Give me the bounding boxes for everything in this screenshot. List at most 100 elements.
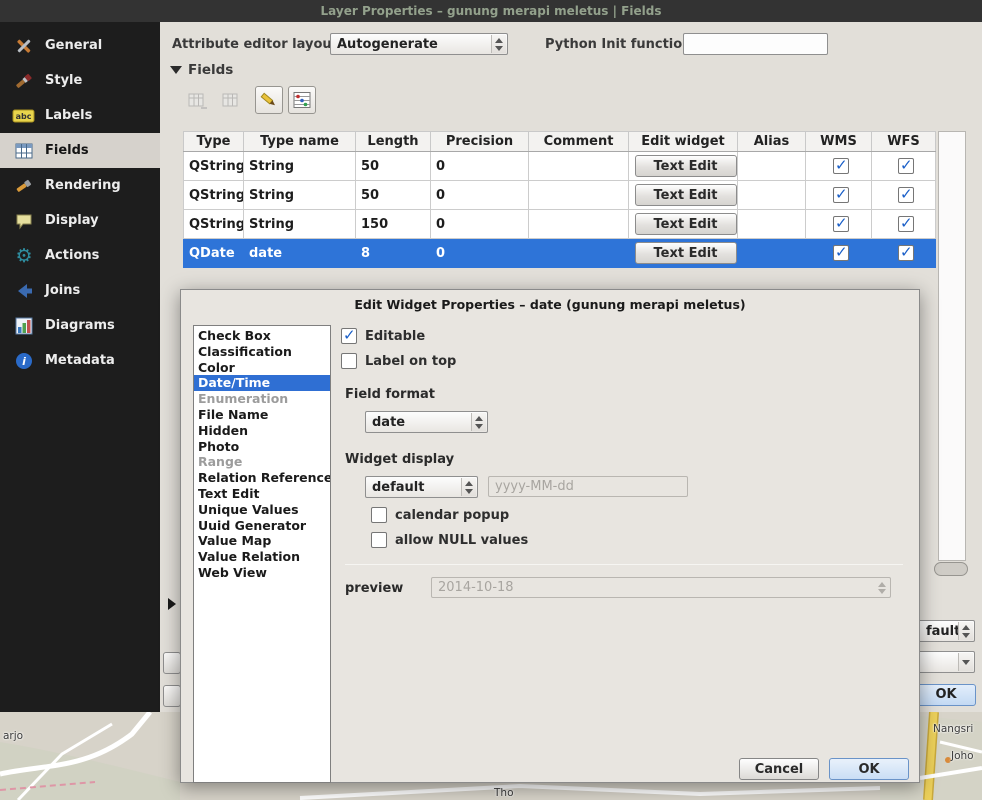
new-column-button[interactable] bbox=[183, 86, 211, 114]
sidebar-item-label: Metadata bbox=[45, 353, 115, 368]
cell-precision: 0 bbox=[431, 152, 529, 181]
col-header[interactable]: Alias bbox=[738, 132, 806, 152]
sidebar-item-fields[interactable]: Fields bbox=[0, 133, 160, 168]
widget-type-option-selected[interactable]: Date/Time bbox=[194, 375, 330, 391]
col-header[interactable]: WMS bbox=[806, 132, 872, 152]
sidebar-item-label: Style bbox=[45, 73, 82, 88]
sidebar-item-labels[interactable]: abc Labels bbox=[0, 98, 160, 133]
widget-type-option[interactable]: Uuid Generator bbox=[194, 518, 330, 534]
widget-type-option[interactable]: Value Relation bbox=[194, 549, 330, 565]
sidebar-item-label: General bbox=[45, 38, 102, 53]
map-place-label: Tho bbox=[494, 787, 514, 799]
wfs-checkbox[interactable] bbox=[898, 216, 914, 232]
wms-checkbox[interactable] bbox=[833, 187, 849, 203]
widget-display-select[interactable]: default bbox=[365, 476, 478, 498]
spinner-arrows-icon bbox=[958, 622, 973, 640]
widget-type-option[interactable]: Unique Values bbox=[194, 502, 330, 518]
widget-type-option[interactable]: Text Edit bbox=[194, 486, 330, 502]
field-format-select[interactable]: date bbox=[365, 411, 488, 433]
vertical-scrollbar[interactable] bbox=[938, 131, 966, 561]
attribute-editor-layout-label: Attribute editor layout: bbox=[172, 37, 343, 52]
sidebar-item-display[interactable]: Display bbox=[0, 203, 160, 238]
sidebar-item-joins[interactable]: Joins bbox=[0, 273, 160, 308]
delete-column-button[interactable] bbox=[217, 86, 245, 114]
widget-type-option[interactable]: Value Map bbox=[194, 533, 330, 549]
col-header[interactable]: WFS bbox=[872, 132, 936, 152]
col-header[interactable]: Precision bbox=[431, 132, 529, 152]
wfs-checkbox[interactable] bbox=[898, 245, 914, 261]
ok-button[interactable]: OK bbox=[829, 758, 909, 780]
widget-type-option[interactable]: Web View bbox=[194, 565, 330, 581]
col-header[interactable]: Edit widget bbox=[629, 132, 738, 152]
label-on-top-checkbox[interactable]: Label on top bbox=[341, 353, 456, 369]
widget-type-option[interactable]: Relation Reference bbox=[194, 470, 330, 486]
edit-widget-button[interactable]: Text Edit bbox=[635, 242, 737, 264]
wfs-checkbox[interactable] bbox=[898, 187, 914, 203]
python-init-input[interactable] bbox=[683, 33, 828, 55]
sidebar-item-actions[interactable]: Actions bbox=[0, 238, 160, 273]
python-init-label: Python Init function bbox=[545, 37, 691, 52]
layer-properties-ok-button[interactable]: OK bbox=[916, 684, 976, 706]
edit-widget-button[interactable]: Text Edit bbox=[635, 155, 737, 177]
calendar-popup-label: calendar popup bbox=[395, 508, 509, 523]
wms-checkbox[interactable] bbox=[833, 158, 849, 174]
widget-type-option[interactable]: Color bbox=[194, 360, 330, 376]
widget-display-value: default bbox=[372, 480, 424, 495]
field-calculator-button[interactable] bbox=[288, 86, 316, 114]
col-header[interactable]: Length bbox=[356, 132, 431, 152]
separator-line bbox=[345, 564, 903, 565]
editable-label: Editable bbox=[365, 329, 425, 344]
panel-expand-arrow-icon[interactable] bbox=[168, 598, 176, 610]
speech-bubble-icon bbox=[12, 211, 36, 231]
col-header[interactable]: Type bbox=[184, 132, 244, 152]
sidebar-item-general[interactable]: General bbox=[0, 28, 160, 63]
cell-comment bbox=[529, 210, 629, 239]
widget-type-option[interactable]: Check Box bbox=[194, 328, 330, 344]
widget-type-option[interactable]: Classification bbox=[194, 344, 330, 360]
label-on-top-label: Label on top bbox=[365, 354, 456, 369]
new-column-icon bbox=[187, 90, 207, 110]
col-header[interactable]: Type name bbox=[244, 132, 356, 152]
style-default-value: fault bbox=[926, 624, 960, 639]
abacus-icon bbox=[292, 90, 312, 110]
table-row[interactable]: QString String 50 0 Text Edit bbox=[184, 152, 936, 181]
attribute-editor-layout-select[interactable]: Autogenerate bbox=[330, 33, 508, 55]
spinner-arrows-icon bbox=[875, 580, 888, 595]
calendar-popup-checkbox[interactable]: calendar popup bbox=[371, 507, 509, 523]
spinner-arrows-icon bbox=[491, 35, 506, 53]
wms-checkbox[interactable] bbox=[833, 245, 849, 261]
widget-type-option[interactable]: File Name bbox=[194, 407, 330, 423]
edit-widget-button[interactable]: Text Edit bbox=[635, 184, 737, 206]
sidebar-item-rendering[interactable]: Rendering bbox=[0, 168, 160, 203]
table-row[interactable]: QString String 150 0 Text Edit bbox=[184, 210, 936, 239]
edit-widget-button[interactable]: Text Edit bbox=[635, 213, 737, 235]
window-titlebar[interactable]: Layer Properties – gunung merapi meletus… bbox=[0, 0, 982, 22]
collapse-triangle-icon[interactable] bbox=[170, 66, 182, 74]
widget-type-option[interactable]: Photo bbox=[194, 439, 330, 455]
cancel-button[interactable]: Cancel bbox=[739, 758, 819, 780]
allow-null-checkbox[interactable]: allow NULL values bbox=[371, 532, 528, 548]
cell-length: 50 bbox=[356, 181, 431, 210]
wms-checkbox[interactable] bbox=[833, 216, 849, 232]
tools-icon bbox=[12, 36, 36, 56]
sidebar-item-label: Display bbox=[45, 213, 99, 228]
cell-alias bbox=[738, 181, 806, 210]
scrollbar-thumb[interactable] bbox=[934, 562, 968, 576]
sidebar-item-label: Labels bbox=[45, 108, 92, 123]
cell-comment bbox=[529, 152, 629, 181]
checkbox-icon bbox=[341, 328, 357, 344]
bar-chart-icon bbox=[12, 316, 36, 336]
table-row[interactable]: QString String 50 0 Text Edit bbox=[184, 181, 936, 210]
sidebar-item-diagrams[interactable]: Diagrams bbox=[0, 308, 160, 343]
widget-type-list: Check Box Classification Color Date/Time… bbox=[193, 325, 331, 783]
table-row-selected[interactable]: QDate date 8 0 Text Edit bbox=[184, 239, 936, 268]
sidebar-item-style[interactable]: Style bbox=[0, 63, 160, 98]
widget-type-option[interactable]: Hidden bbox=[194, 423, 330, 439]
table-grid-icon bbox=[12, 141, 36, 161]
editable-checkbox[interactable]: Editable bbox=[341, 328, 425, 344]
wfs-checkbox[interactable] bbox=[898, 158, 914, 174]
widget-type-option-disabled: Range bbox=[194, 454, 330, 470]
sidebar-item-metadata[interactable]: i Metadata bbox=[0, 343, 160, 378]
toggle-editing-button[interactable] bbox=[255, 86, 283, 114]
col-header[interactable]: Comment bbox=[529, 132, 629, 152]
